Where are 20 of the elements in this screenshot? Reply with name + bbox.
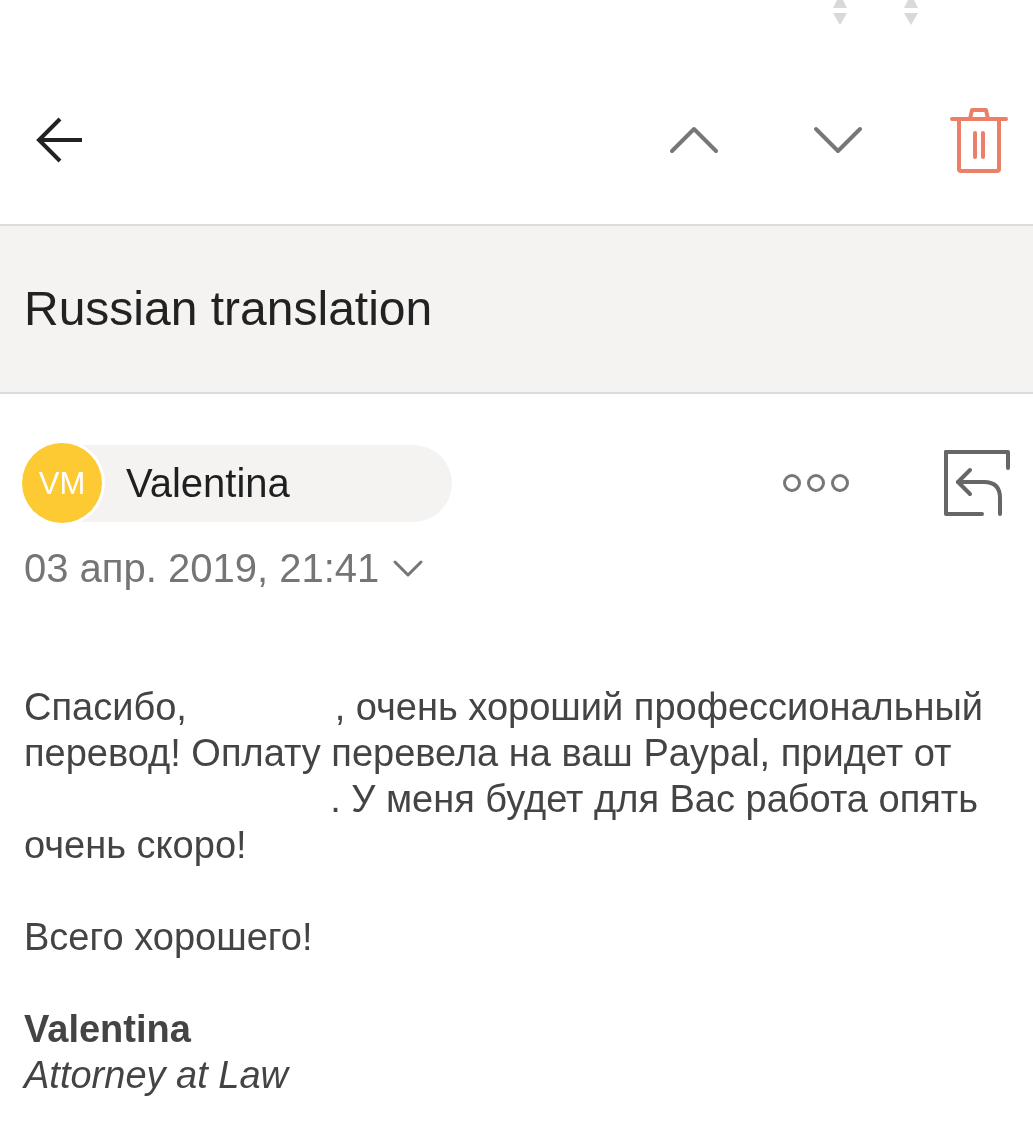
date-toggle[interactable]: 03 апр. 2019, 21:41	[24, 545, 424, 591]
more-dots-icon	[783, 474, 849, 492]
back-arrow-icon	[35, 116, 83, 164]
chevron-down-icon	[814, 126, 862, 154]
reply-icon	[944, 450, 1010, 516]
signature-name: Valentina	[24, 1007, 191, 1052]
subject-title: Russian translation	[24, 281, 433, 337]
message-text: Всего хорошего!	[24, 915, 314, 960]
delete-button[interactable]	[950, 107, 1008, 173]
next-button[interactable]	[814, 126, 862, 154]
sender-button[interactable]: VM Valentina	[22, 444, 452, 522]
back-button[interactable]	[35, 116, 83, 164]
avatar: VM	[22, 443, 102, 523]
chevron-up-icon	[669, 126, 719, 154]
trash-icon	[950, 107, 1008, 173]
previous-button[interactable]	[669, 126, 719, 154]
reply-button[interactable]	[944, 450, 1010, 516]
more-button[interactable]	[783, 474, 849, 492]
message-text: Спасибо, , очень хороший профессиональный перевод! Оплату перевела на ваш Paypal, придет от . У меня будет для Вас работа опять очень скоро!	[24, 685, 985, 868]
signature-title: Attorney at Law	[24, 1053, 289, 1098]
